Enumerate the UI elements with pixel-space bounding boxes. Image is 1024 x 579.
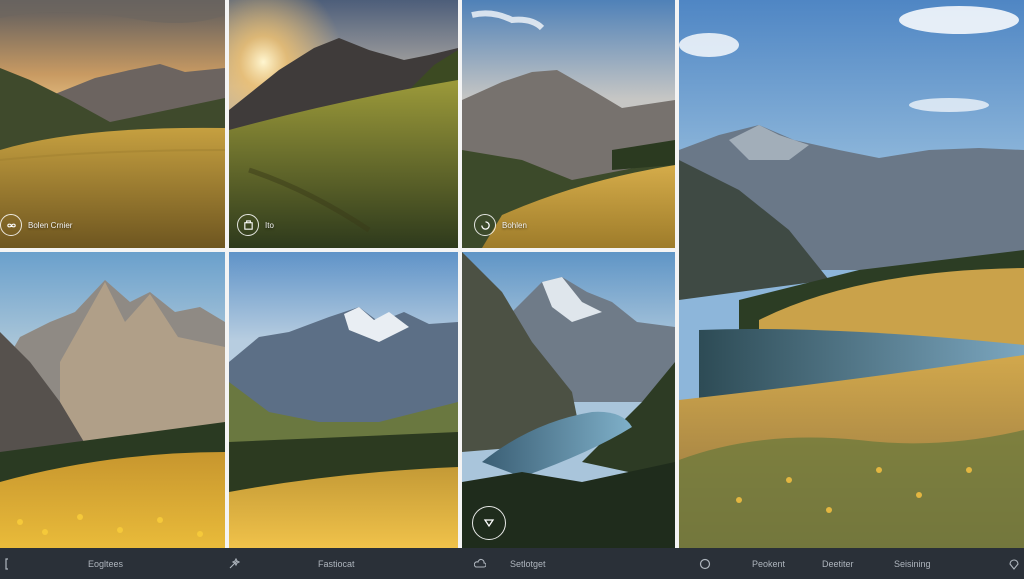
play-icon[interactable]	[472, 506, 506, 540]
golden-slope-photo	[462, 0, 675, 248]
tab-deetiter[interactable]: Deetiter	[822, 548, 854, 579]
tile-caption: Bohlen	[474, 214, 527, 236]
rocky-peaks-photo	[0, 252, 225, 548]
tile-caption-text: Bohlen	[502, 220, 527, 230]
sunburst-mountain-photo	[229, 0, 458, 248]
snowy-peaks-photo	[229, 252, 458, 548]
gallery-tile-4[interactable]	[0, 252, 225, 548]
tile-caption: Bolen Crnier	[0, 214, 72, 236]
tab-peokent[interactable]: Peokent	[752, 548, 785, 579]
lake-canyon-photo	[462, 252, 675, 548]
tab-label: Seisining	[894, 558, 931, 569]
gallery-tile-7[interactable]	[679, 0, 1024, 548]
spinner-icon[interactable]	[474, 214, 496, 236]
bottom-toolbar: Eogltees Fastiocat Setlotget Peokent Dee…	[0, 548, 1024, 579]
tab-label: Fastiocat	[318, 558, 355, 569]
bracket-icon	[5, 557, 8, 570]
wand-icon	[229, 557, 240, 568]
infinity-icon[interactable]	[0, 214, 22, 236]
pin-button[interactable]	[1008, 548, 1020, 579]
tab-label: Deetiter	[822, 558, 854, 569]
wand-button[interactable]	[228, 548, 240, 579]
gallery-tile-6[interactable]	[462, 252, 675, 548]
tile-caption-text: Ito	[265, 220, 274, 230]
tab-label: Peokent	[752, 558, 786, 569]
tile-caption: Ito	[237, 214, 274, 236]
cloud-arrow-icon	[474, 558, 486, 568]
lake-valley-photo	[679, 0, 1024, 548]
tab-label: Setlotget	[510, 558, 546, 569]
pin-icon	[1009, 558, 1019, 570]
gallery-tile-5[interactable]	[229, 252, 458, 548]
circle-button[interactable]	[699, 548, 711, 579]
tab-eogltees[interactable]: Eogltees	[88, 548, 123, 579]
tab-seisining[interactable]: Seisining	[894, 548, 931, 579]
tab-label: Eogltees	[88, 558, 124, 569]
gallery-tile-3[interactable]: Bohlen	[462, 0, 675, 248]
bracket-button[interactable]	[4, 548, 16, 579]
tab-setlotget[interactable]: Setlotget	[474, 548, 546, 579]
tab-fastiocat[interactable]: Fastiocat	[318, 548, 355, 579]
frame-icon[interactable]	[237, 214, 259, 236]
tile-caption-text: Bolen Crnier	[28, 220, 73, 230]
gallery-tile-1[interactable]: Bolen Crnier	[0, 0, 225, 248]
sunset-hills-photo	[0, 0, 225, 248]
gallery-tile-2[interactable]: Ito	[229, 0, 458, 248]
circle-icon	[699, 558, 711, 569]
